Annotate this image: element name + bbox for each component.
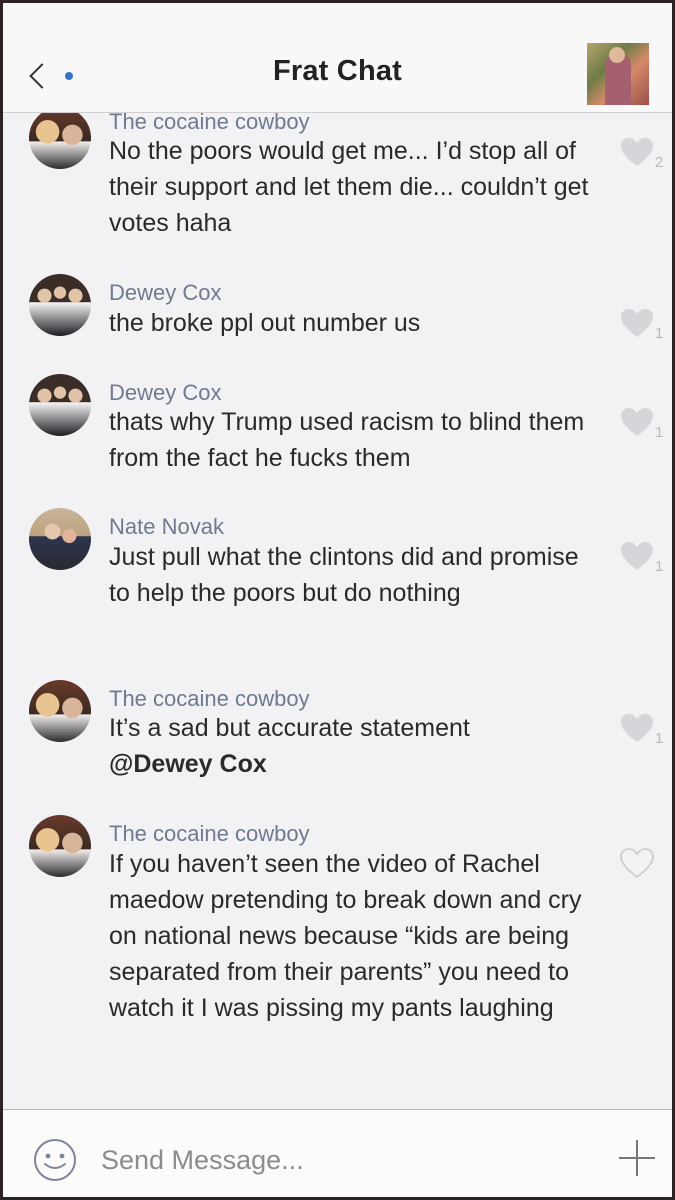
mention-link[interactable]: @Dewey Cox: [109, 750, 267, 778]
like-count: 1: [655, 558, 664, 575]
heart-icon: [621, 138, 653, 166]
message-text: the broke ppl out number us: [109, 309, 421, 337]
avatar[interactable]: [29, 815, 91, 877]
avatar[interactable]: [29, 680, 91, 742]
like-button[interactable]: 1: [619, 307, 669, 347]
heart-icon: [621, 542, 653, 570]
message-text: If you haven’t seen the video of Rachel …: [109, 850, 582, 1022]
message-text: thats why Trump used racism to blind the…: [109, 408, 585, 472]
heart-icon: [620, 848, 654, 879]
like-button[interactable]: [619, 847, 669, 887]
message-text: No the poors would get me... I’d stop al…: [109, 137, 589, 237]
heart-icon: [621, 408, 653, 436]
heart-icon: [621, 714, 653, 742]
chat-header: Frat Chat: [3, 3, 672, 113]
message-composer: [3, 1109, 672, 1197]
like-button[interactable]: 1: [619, 406, 669, 446]
message-text: It’s a sad but accurate statement @Dewey…: [109, 710, 599, 782]
message-author[interactable]: The cocaine cowboy: [109, 686, 310, 712]
like-button[interactable]: 1: [619, 540, 669, 580]
avatar-head: [609, 47, 625, 63]
avatar[interactable]: [29, 107, 91, 169]
like-count: 1: [655, 325, 664, 342]
like-count: 1: [655, 730, 664, 747]
like-count: 1: [655, 424, 664, 441]
message-body: It’s a sad but accurate statement: [109, 714, 470, 742]
avatar[interactable]: [29, 508, 91, 570]
smiley-icon[interactable]: [33, 1138, 77, 1182]
send-message-input[interactable]: [101, 1140, 561, 1180]
like-button[interactable]: 2: [619, 136, 669, 176]
message-author[interactable]: Nate Novak: [109, 514, 224, 540]
heart-icon: [621, 309, 653, 337]
message-text: Just pull what the clintons did and prom…: [109, 543, 579, 607]
like-button[interactable]: 1: [619, 712, 669, 752]
message-author[interactable]: Dewey Cox: [109, 380, 221, 406]
page-title: Frat Chat: [272, 55, 403, 87]
like-count: 2: [655, 154, 664, 171]
group-avatar[interactable]: [587, 43, 649, 105]
avatar[interactable]: [29, 374, 91, 436]
chat-screen: The cocaine cowboy No the poors would ge…: [3, 3, 672, 1197]
plus-icon[interactable]: [617, 1138, 657, 1178]
avatar[interactable]: [29, 274, 91, 336]
message-author[interactable]: The cocaine cowboy: [109, 821, 310, 847]
message-author[interactable]: Dewey Cox: [109, 280, 221, 306]
message-feed[interactable]: The cocaine cowboy No the poors would ge…: [3, 3, 672, 1109]
